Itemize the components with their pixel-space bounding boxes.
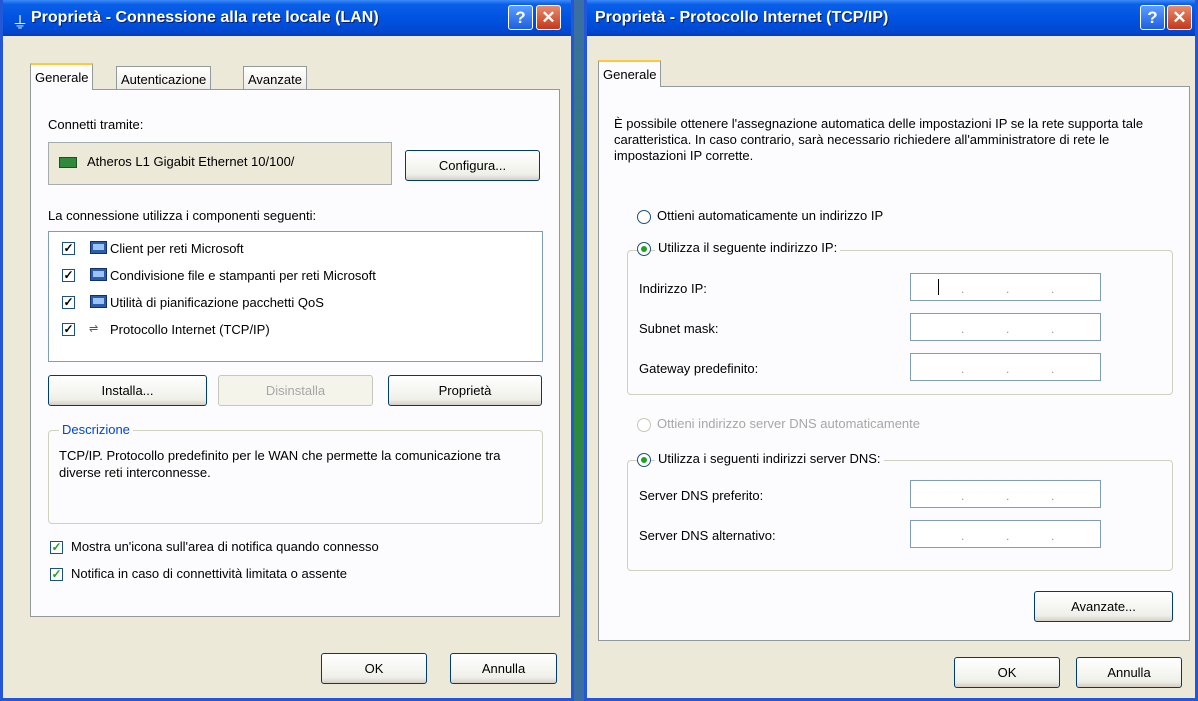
preferred-dns-label: Server DNS preferito:	[639, 488, 764, 503]
general-tab-panel: È possibile ottenere l'assegnazione auto…	[598, 86, 1190, 641]
alternate-dns-label: Server DNS alternativo:	[639, 528, 776, 543]
subnet-mask-field[interactable]: ...	[910, 313, 1101, 341]
manual-dns-radio[interactable]	[637, 453, 651, 467]
cancel-button[interactable]: Annulla	[1076, 657, 1182, 688]
client-icon	[90, 241, 107, 254]
component-checkbox[interactable]: ✓	[62, 323, 75, 336]
description-text: TCP/IP. Protocollo predefinito per le WA…	[59, 448, 501, 480]
network-connection-icon: ⏚	[12, 15, 29, 32]
general-tab-panel: Connetti tramite: Atheros L1 Gigabit Eth…	[30, 89, 560, 617]
description-legend: Descrizione	[59, 422, 133, 437]
show-icon-label: Mostra un'icona sull'area di notifica qu…	[71, 539, 379, 554]
ok-button[interactable]: OK	[954, 657, 1060, 688]
show-icon-checkbox[interactable]: ✓	[50, 541, 63, 554]
ok-button[interactable]: OK	[321, 653, 427, 684]
lan-titlebar[interactable]: ⏚ Proprietà - Connessione alla rete loca…	[3, 0, 571, 36]
component-checkbox[interactable]: ✓	[62, 296, 75, 309]
manual-dns-label: Utilizza i seguenti indirizzi server DNS…	[655, 451, 884, 466]
tab-avanzate[interactable]: Avanzate	[243, 66, 307, 90]
tab-autenticazione[interactable]: Autenticazione	[116, 66, 212, 90]
advanced-button[interactable]: Avanzate...	[1034, 591, 1173, 622]
tcpip-dialog-title: Proprietà - Protocollo Internet (TCP/IP)	[595, 9, 889, 26]
lan-dialog-title: Proprietà - Connessione alla rete locale…	[31, 9, 379, 26]
auto-dns-label: Ottieni indirizzo server DNS automaticam…	[657, 416, 920, 431]
configure-button[interactable]: Configura...	[405, 150, 540, 181]
gateway-field[interactable]: ...	[910, 353, 1101, 381]
manual-ip-radio[interactable]	[637, 242, 651, 256]
protocol-icon: ⇌	[89, 323, 99, 335]
uninstall-button[interactable]: Disinstalla	[218, 375, 373, 406]
component-label: Utilità di pianificazione pacchetti QoS	[110, 295, 324, 310]
file-sharing-icon	[90, 268, 107, 281]
auto-dns-radio[interactable]	[637, 418, 651, 432]
help-button[interactable]: ?	[1140, 5, 1165, 30]
adapter-box: Atheros L1 Gigabit Ethernet 10/100/	[48, 142, 392, 185]
list-item[interactable]: ✓ Utilità di pianificazione pacchetti Qo…	[49, 292, 539, 314]
close-button[interactable]: ✕	[1167, 5, 1192, 30]
manual-ip-label: Utilizza il seguente indirizzo IP:	[655, 240, 841, 255]
list-item[interactable]: ✓ ⇌ Protocollo Internet (TCP/IP)	[49, 319, 539, 341]
component-label: Client per reti Microsoft	[110, 241, 244, 256]
ip-address-field[interactable]: ...	[910, 273, 1101, 301]
auto-ip-label: Ottieni automaticamente un indirizzo IP	[657, 208, 884, 223]
ip-address-label: Indirizzo IP:	[639, 281, 707, 296]
component-checkbox[interactable]: ✓	[62, 269, 75, 282]
connect-via-label: Connetti tramite:	[48, 117, 144, 132]
help-button[interactable]: ?	[508, 5, 533, 30]
install-button[interactable]: Installa...	[48, 375, 207, 406]
adapter-name: Atheros L1 Gigabit Ethernet 10/100/	[87, 154, 295, 169]
text-cursor	[938, 279, 939, 295]
notify-label: Notifica in caso di connettività limitat…	[71, 566, 348, 581]
components-label: La connessione utilizza i componenti seg…	[48, 208, 317, 223]
component-checkbox[interactable]: ✓	[62, 242, 75, 255]
cancel-button[interactable]: Annulla	[450, 653, 557, 684]
notify-checkbox[interactable]: ✓	[50, 568, 63, 581]
close-button[interactable]: ✕	[536, 5, 561, 30]
intro-text: È possibile ottenere l'assegnazione auto…	[614, 116, 1144, 163]
tab-generale[interactable]: Generale	[598, 60, 662, 87]
tcpip-titlebar[interactable]: Proprietà - Protocollo Internet (TCP/IP)…	[587, 0, 1195, 36]
lan-properties-dialog: ⏚ Proprietà - Connessione alla rete loca…	[0, 0, 574, 701]
gateway-label: Gateway predefinito:	[639, 361, 759, 376]
component-label: Condivisione file e stampanti per reti M…	[110, 268, 376, 283]
description-group: Descrizione TCP/IP. Protocollo predefini…	[48, 422, 543, 524]
dns-settings-group	[627, 460, 1173, 571]
list-item[interactable]: ✓ Condivisione file e stampanti per reti…	[49, 265, 539, 287]
components-list[interactable]: ✓ Client per reti Microsoft ✓ Condivisio…	[48, 231, 543, 362]
alternate-dns-field[interactable]: ...	[910, 520, 1101, 548]
tcpip-properties-dialog: Proprietà - Protocollo Internet (TCP/IP)…	[584, 0, 1198, 701]
component-label: Protocollo Internet (TCP/IP)	[110, 322, 270, 337]
list-item[interactable]: ✓ Client per reti Microsoft	[49, 238, 539, 260]
properties-button[interactable]: Proprietà	[388, 375, 542, 406]
preferred-dns-field[interactable]: ...	[910, 480, 1101, 508]
auto-ip-radio[interactable]	[637, 210, 651, 224]
tab-generale[interactable]: Generale	[30, 63, 94, 90]
qos-icon	[90, 295, 107, 308]
network-adapter-icon	[59, 157, 77, 168]
subnet-mask-label: Subnet mask:	[639, 321, 719, 336]
